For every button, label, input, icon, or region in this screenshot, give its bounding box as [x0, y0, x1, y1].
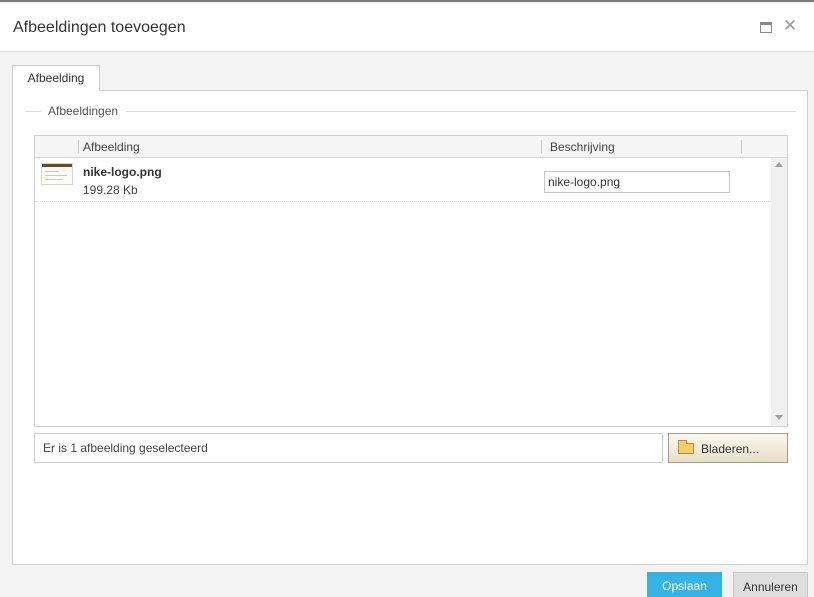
- column-header-beschrijving[interactable]: Beschrijving: [550, 140, 615, 154]
- cancel-button[interactable]: Annuleren: [733, 572, 808, 597]
- tab-afbeelding[interactable]: Afbeelding: [12, 65, 100, 91]
- file-name: nike-logo.png: [83, 165, 162, 179]
- description-input[interactable]: [544, 171, 730, 193]
- column-separator[interactable]: [741, 140, 742, 153]
- browse-button-label: Bladeren...: [701, 442, 760, 456]
- image-thumbnail: [41, 163, 73, 185]
- folder-icon: [678, 440, 694, 454]
- save-button[interactable]: Opslaan: [647, 572, 722, 597]
- dialog-title: Afbeeldingen toevoegen: [13, 19, 186, 36]
- table-row[interactable]: nike-logo.png 199.28 Kb: [35, 158, 771, 202]
- file-size: 199.28 Kb: [83, 183, 138, 197]
- column-header-afbeelding[interactable]: Afbeelding: [83, 140, 140, 154]
- browse-button[interactable]: Bladeren...: [668, 433, 788, 463]
- fieldset-line-right: [126, 111, 796, 112]
- images-grid: Afbeelding Beschrijving nike-logo.png 19…: [34, 135, 788, 427]
- scroll-up-icon[interactable]: [775, 162, 783, 167]
- tab-panel: Afbeeldingen Afbeelding Beschrijving nik…: [12, 90, 808, 565]
- grid-header: Afbeelding Beschrijving: [35, 136, 787, 158]
- column-separator[interactable]: [78, 140, 79, 153]
- dialog-window: Afbeeldingen toevoegen ✕ Afbeelding Afbe…: [0, 0, 814, 597]
- scroll-down-icon[interactable]: [775, 415, 783, 420]
- fieldset-legend: Afbeeldingen: [47, 104, 120, 118]
- selection-status-field: Er is 1 afbeelding geselecteerd: [34, 433, 663, 463]
- fieldset-line-left: [25, 111, 41, 112]
- dialog-titlebar: Afbeeldingen toevoegen ✕: [0, 4, 814, 52]
- maximize-icon[interactable]: [760, 22, 772, 33]
- close-icon[interactable]: ✕: [782, 17, 798, 35]
- column-separator[interactable]: [541, 140, 542, 153]
- vertical-scrollbar[interactable]: [771, 158, 787, 426]
